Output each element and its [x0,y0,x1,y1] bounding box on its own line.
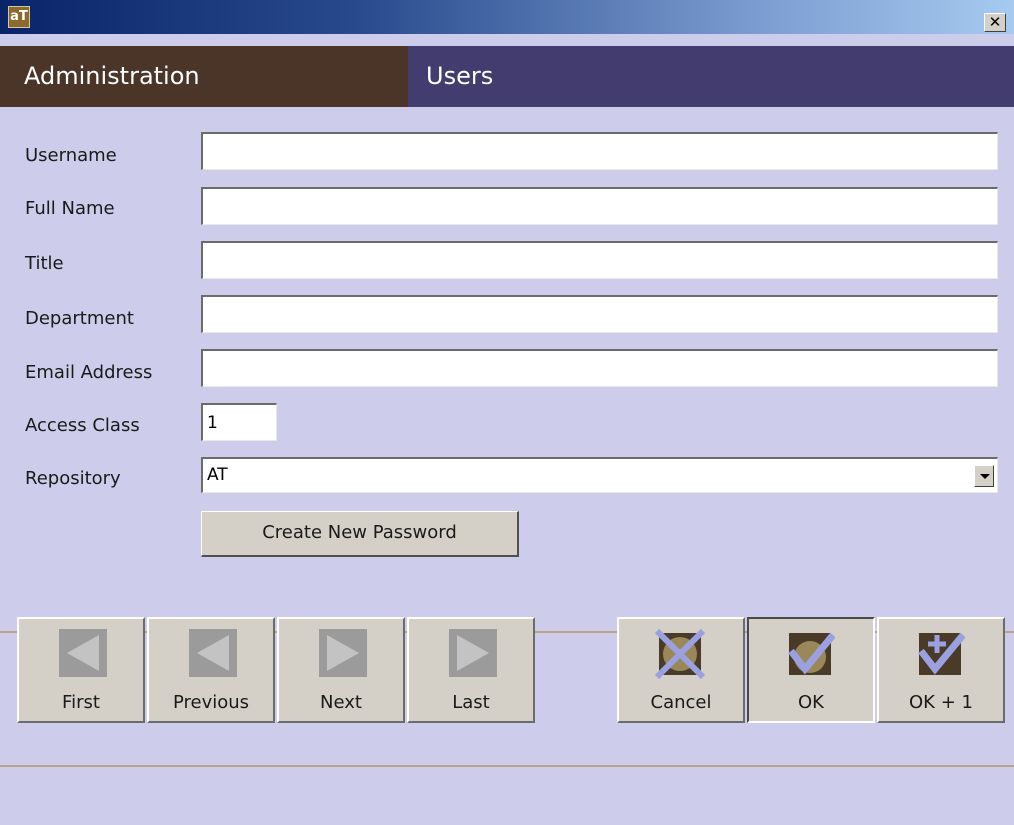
arrow-left-icon [189,629,237,677]
username-input[interactable] [201,132,998,170]
access-class-input[interactable] [201,403,277,441]
email-label: Email Address [25,362,153,383]
title-label: Title [25,253,64,274]
check-plus-icon [918,632,965,675]
ok-plus-one-label: OK + 1 [909,692,973,713]
repository-label: Repository [25,468,121,489]
ok-label: OK [798,692,824,713]
ok-button[interactable]: OK [747,617,875,723]
last-button[interactable]: Last [407,617,535,723]
previous-button[interactable]: Previous [147,617,275,723]
arrow-right-icon [449,629,497,677]
email-input[interactable] [201,349,998,387]
title-bar: aT ✕ [0,0,1014,34]
repository-value: AT [207,465,228,485]
arrow-left-icon [59,629,107,677]
app-logo-icon: aT [8,6,30,28]
page-title: Users [408,46,1014,107]
last-label: Last [452,692,490,713]
department-label: Department [25,308,134,329]
dropdown-arrow-icon[interactable] [974,465,994,487]
repository-select[interactable]: AT [201,457,998,493]
cancel-x-icon [655,629,705,679]
close-button[interactable]: ✕ [984,13,1006,32]
previous-label: Previous [172,692,250,713]
next-button[interactable]: Next [277,617,405,723]
full-name-input[interactable] [201,187,998,225]
divider-bottom [0,765,1014,767]
cancel-button[interactable]: Cancel [617,617,745,723]
page-header: Administration Users [0,46,1014,107]
full-name-label: Full Name [25,198,115,219]
ok-plus-one-button[interactable]: OK + 1 [877,617,1005,723]
first-button[interactable]: First [17,617,145,723]
title-input[interactable] [201,241,998,279]
username-label: Username [25,145,117,166]
arrow-right-icon [319,629,367,677]
create-new-password-button[interactable]: Create New Password [201,511,519,557]
check-icon [788,632,835,675]
next-label: Next [320,692,362,713]
first-label: First [62,692,100,713]
access-class-label: Access Class [25,415,140,436]
cancel-label: Cancel [650,692,712,713]
department-input[interactable] [201,295,998,333]
section-title: Administration [0,46,408,107]
